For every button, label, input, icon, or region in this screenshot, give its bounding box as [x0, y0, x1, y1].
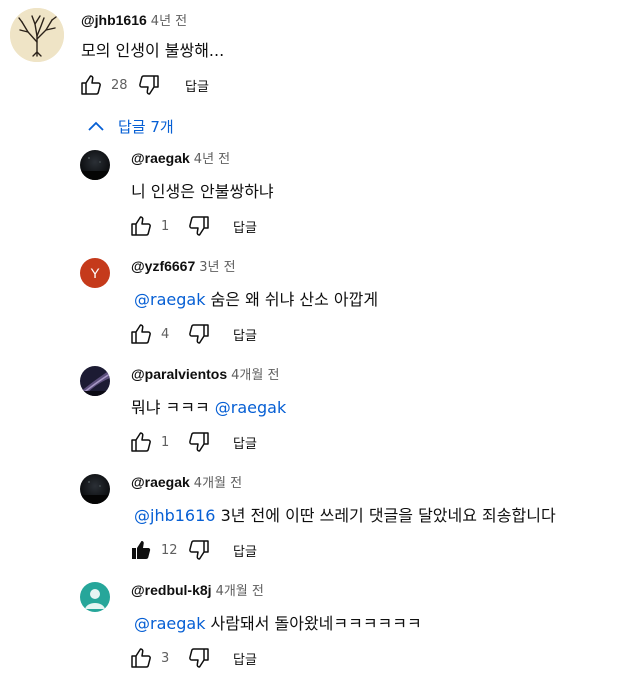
- reply-author[interactable]: @raegak: [131, 150, 190, 166]
- reply-timestamp[interactable]: 4개월 전: [194, 476, 242, 491]
- like-count: 4: [161, 326, 170, 342]
- thumbs-down-icon: [189, 432, 209, 452]
- thumbs-up-icon: [131, 216, 151, 236]
- reply-body: 뭐냐 ㅋㅋㅋ: [131, 398, 210, 417]
- night-sky-icon: [80, 474, 110, 504]
- like-count: 3: [161, 650, 170, 666]
- avatar[interactable]: [80, 582, 110, 612]
- like-button[interactable]: [129, 538, 153, 562]
- letter-avatar-icon: Y: [80, 258, 110, 288]
- like-button[interactable]: [129, 322, 153, 346]
- reply-body: 사람돼서 돌아왔네ㅋㅋㅋㅋㅋㅋ: [210, 614, 422, 633]
- reply-button[interactable]: 답글: [233, 541, 257, 560]
- thumbs-down-icon: [189, 324, 209, 344]
- avatar[interactable]: [80, 474, 110, 504]
- dislike-button[interactable]: [187, 430, 211, 454]
- reply-button[interactable]: 답글: [233, 325, 257, 344]
- dislike-button[interactable]: [187, 646, 211, 670]
- reply-body: 숨은 왜 쉬냐 산소 아깝게: [210, 290, 379, 309]
- reply-timestamp[interactable]: 4개월 전: [216, 584, 264, 599]
- tree-icon: [10, 8, 64, 62]
- reply-text: 뭐냐 ㅋㅋㅋ @raegak: [131, 394, 286, 418]
- reply-author[interactable]: @paralvientos: [131, 366, 227, 382]
- avatar[interactable]: Y: [80, 258, 110, 288]
- night-sky-icon: [80, 150, 110, 180]
- reply-timestamp[interactable]: 3년 전: [199, 260, 235, 275]
- avatar[interactable]: [10, 8, 64, 62]
- reply-button[interactable]: 답글: [233, 649, 257, 668]
- comment-text: 모의 인생이 불쌍해...: [81, 41, 225, 60]
- like-count: 12: [161, 542, 178, 558]
- reply-body: 3년 전에 이딴 쓰레기 댓글을 달았네요 죄송합니다: [220, 506, 556, 525]
- reply-author[interactable]: @raegak: [131, 474, 190, 490]
- avatar[interactable]: [80, 150, 110, 180]
- like-count: 1: [161, 434, 170, 450]
- mention-link[interactable]: @jhb1616: [134, 506, 215, 525]
- thumbs-up-icon: [81, 75, 101, 95]
- like-button[interactable]: [129, 214, 153, 238]
- reply-timestamp[interactable]: 4개월 전: [231, 368, 279, 383]
- milky-way-icon: [80, 366, 110, 396]
- dislike-button[interactable]: [137, 73, 161, 97]
- thumbs-up-icon: [131, 432, 151, 452]
- thumbs-down-icon: [139, 75, 159, 95]
- like-count: 1: [161, 218, 170, 234]
- thumbs-up-filled-icon: [132, 541, 151, 559]
- thumbs-down-icon: [189, 648, 209, 668]
- comment-author[interactable]: @jhb1616: [81, 12, 147, 28]
- reply-text: 니 인생은 안불쌍하냐: [131, 178, 274, 202]
- like-count: 28: [111, 77, 128, 93]
- reply-body: 니 인생은 안불쌍하냐: [131, 182, 274, 201]
- dislike-button[interactable]: [187, 538, 211, 562]
- mention-link[interactable]: @raegak: [134, 614, 205, 633]
- reply-timestamp[interactable]: 4년 전: [194, 152, 230, 167]
- like-button[interactable]: [79, 73, 103, 97]
- avatar[interactable]: [80, 366, 110, 396]
- hide-replies-button[interactable]: 답글 7개: [86, 116, 174, 137]
- like-button[interactable]: [129, 430, 153, 454]
- dislike-button[interactable]: [187, 322, 211, 346]
- svg-text:Y: Y: [90, 265, 100, 281]
- mention-link[interactable]: @raegak: [215, 398, 286, 417]
- reply-text: @jhb1616 3년 전에 이딴 쓰레기 댓글을 달았네요 죄송합니다: [134, 502, 556, 526]
- reply-author[interactable]: @yzf6667: [131, 258, 195, 274]
- reply-button[interactable]: 답글: [233, 217, 257, 236]
- reply-text: @raegak 숨은 왜 쉬냐 산소 아깝게: [134, 286, 378, 310]
- thumbs-down-icon: [189, 540, 209, 560]
- thumbs-down-icon: [189, 216, 209, 236]
- dislike-button[interactable]: [187, 214, 211, 238]
- reply-button[interactable]: 답글: [233, 433, 257, 452]
- comment-timestamp[interactable]: 4년 전: [151, 14, 187, 29]
- replies-count-label: 답글 7개: [118, 118, 174, 136]
- reply-button[interactable]: 답글: [185, 76, 209, 95]
- like-button[interactable]: [129, 646, 153, 670]
- reply-author[interactable]: @redbul-k8j: [131, 582, 212, 598]
- default-person-icon: [80, 582, 110, 612]
- thumbs-up-icon: [131, 648, 151, 668]
- reply-text: @raegak 사람돼서 돌아왔네ㅋㅋㅋㅋㅋㅋ: [134, 610, 422, 634]
- chevron-up-icon: [88, 121, 104, 131]
- thumbs-up-icon: [131, 324, 151, 344]
- mention-link[interactable]: @raegak: [134, 290, 205, 309]
